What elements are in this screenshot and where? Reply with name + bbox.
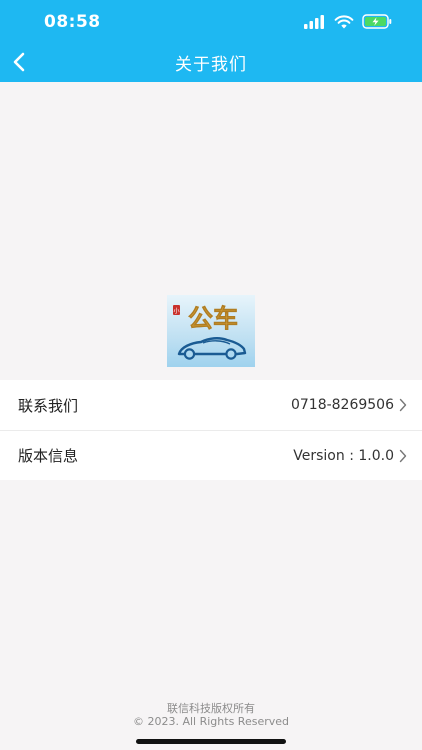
chevron-right-icon	[399, 449, 407, 462]
top-header: 08:58 关于我们	[0, 0, 422, 82]
status-bar: 08:58	[0, 0, 422, 44]
footer-copyright-owner: 联信科技版权所有	[167, 702, 255, 715]
contact-phone: 0718-8269506	[290, 397, 394, 413]
home-indicator	[136, 739, 286, 744]
info-list: 联系我们 0718-8269506 版本信息 Version : 1.0.0	[0, 380, 422, 480]
navigation-bar: 关于我们	[0, 44, 422, 82]
signal-icon	[304, 14, 324, 29]
logo-seal-text: 小	[173, 307, 179, 315]
contact-us-label: 联系我们	[18, 396, 79, 415]
status-time: 08:58	[44, 12, 101, 32]
logo-text: 公车	[188, 304, 238, 333]
battery-charging-icon	[362, 14, 392, 29]
status-icons	[304, 14, 392, 29]
version-info-row[interactable]: 版本信息 Version : 1.0.0	[0, 430, 422, 480]
contact-us-row[interactable]: 联系我们 0718-8269506	[0, 380, 422, 430]
version-value: Version : 1.0.0	[293, 447, 394, 464]
chevron-right-icon	[399, 398, 407, 412]
version-info-label: 版本信息	[18, 447, 79, 465]
page-title: 关于我们	[175, 55, 247, 75]
wifi-icon	[334, 14, 354, 28]
app-logo: 小 公车	[167, 295, 255, 367]
footer-rights: © 2023. All Rights Reserved	[132, 715, 289, 728]
